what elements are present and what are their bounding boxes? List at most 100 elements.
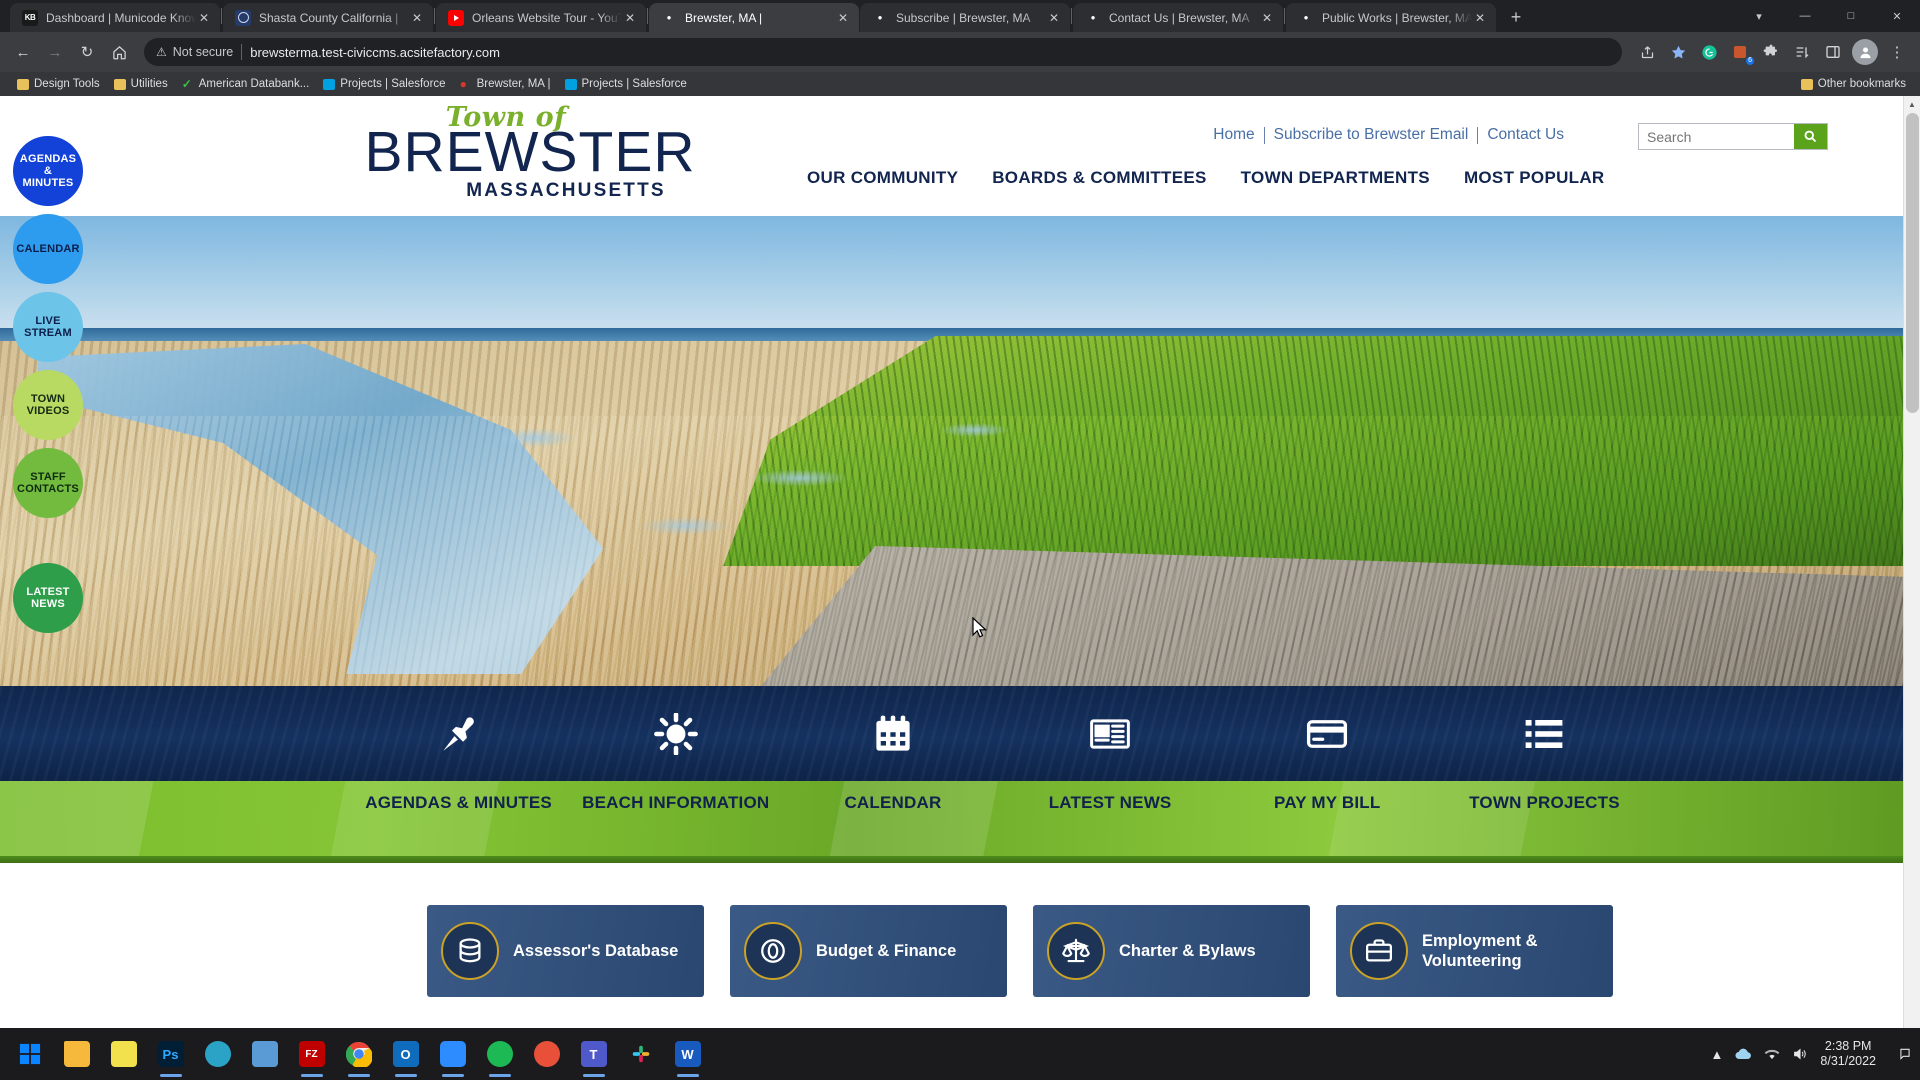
wifi-icon[interactable] — [1764, 1048, 1780, 1061]
quick-link-agendas-minutes[interactable] — [350, 713, 567, 755]
taskbar-photoshop[interactable]: Ps — [147, 1028, 194, 1080]
side-panel-icon[interactable] — [1818, 37, 1848, 67]
taskbar-microsoft-word[interactable]: W — [664, 1028, 711, 1080]
side-button-latest-news[interactable]: LATEST NEWS — [13, 563, 83, 633]
close-icon[interactable]: ✕ — [1472, 10, 1488, 26]
utility-nav-subscribe[interactable]: Subscribe to Brewster Email — [1265, 126, 1478, 144]
extension-icon[interactable]: 6 — [1725, 37, 1755, 67]
taskbar-notepad[interactable] — [100, 1028, 147, 1080]
address-bar[interactable]: ⚠ Not secure brewsterma.test-civiccms.ac… — [144, 38, 1622, 66]
nav-our-community[interactable]: OUR COMMUNITY — [790, 168, 975, 188]
side-button-agendas-minutes[interactable]: AGENDAS & MINUTES — [13, 136, 83, 206]
quick-link-pay-my-bill[interactable] — [1219, 713, 1436, 755]
star-icon[interactable] — [1663, 37, 1693, 67]
minimize-button[interactable]: — — [1782, 0, 1828, 32]
grammarly-icon[interactable] — [1694, 37, 1724, 67]
windows-start-icon[interactable] — [6, 1028, 53, 1080]
bookmark-item[interactable]: Utilities — [107, 76, 175, 92]
quick-link-label-pay-my-bill[interactable]: PAY MY BILL — [1219, 791, 1436, 815]
department-card-employment-volunteering[interactable]: Employment & Volunteering — [1336, 905, 1613, 997]
browser-tab[interactable]: Shasta County California | ✕ — [223, 3, 433, 32]
scrollbar-thumb[interactable] — [1906, 113, 1919, 413]
quick-link-label-calendar[interactable]: CALENDAR — [784, 791, 1001, 815]
nav-most-popular[interactable]: MOST POPULAR — [1447, 168, 1622, 188]
taskbar-clock[interactable]: 2:38 PM 8/31/2022 — [1820, 1039, 1886, 1069]
utility-nav-contact[interactable]: Contact Us — [1478, 126, 1573, 144]
browser-tab[interactable]: Orleans Website Tour - YouTube ✕ — [436, 3, 646, 32]
browser-tab[interactable]: ● Contact Us | Brewster, MA ✕ — [1073, 3, 1283, 32]
close-icon[interactable]: ✕ — [1046, 10, 1062, 26]
taskbar-app-orange[interactable] — [523, 1028, 570, 1080]
quick-link-latest-news[interactable] — [1002, 713, 1219, 755]
page-scrollbar[interactable]: ▲ ▼ — [1903, 96, 1920, 1080]
utility-nav-home[interactable]: Home — [1204, 126, 1263, 144]
quick-links-icon-bar — [0, 686, 1903, 781]
taskbar-snipping-tool[interactable] — [241, 1028, 288, 1080]
volume-icon[interactable] — [1792, 1047, 1808, 1061]
security-status[interactable]: ⚠ Not secure — [156, 45, 233, 59]
bookmark-item[interactable]: ● Brewster, MA | — [453, 76, 558, 92]
close-icon[interactable]: ✕ — [1259, 10, 1275, 26]
taskbar-microsoft-teams[interactable]: T — [570, 1028, 617, 1080]
browser-tab[interactable]: ● Subscribe | Brewster, MA ✕ — [860, 3, 1070, 32]
nav-boards-committees[interactable]: BOARDS & COMMITTEES — [975, 168, 1223, 188]
department-card-assessors-database[interactable]: Assessor's Database — [427, 905, 704, 997]
taskbar-outlook[interactable]: O — [382, 1028, 429, 1080]
side-button-town-videos[interactable]: TOWN VIDEOS — [13, 370, 83, 440]
taskbar-slack[interactable] — [617, 1028, 664, 1080]
side-button-staff-contacts[interactable]: STAFF CONTACTS — [13, 448, 83, 518]
quick-link-town-projects[interactable] — [1436, 713, 1653, 755]
quick-link-label-agendas-minutes[interactable]: AGENDAS & MINUTES — [350, 791, 567, 815]
department-card-budget-finance[interactable]: Budget & Finance — [730, 905, 1007, 997]
site-logo[interactable]: Town of BREWSTER MASSACHUSETTS — [350, 104, 710, 202]
notification-center-icon[interactable] — [1898, 1047, 1912, 1061]
share-icon[interactable] — [1632, 37, 1662, 67]
three-dot-menu-icon[interactable]: ⋮ — [1882, 37, 1912, 67]
quick-link-label-latest-news[interactable]: LATEST NEWS — [1002, 791, 1219, 815]
browser-tab[interactable]: KB Dashboard | Municode Knowled ✕ — [10, 3, 220, 32]
window-list-icon[interactable]: ▾ — [1736, 0, 1782, 32]
bookmark-item[interactable]: Design Tools — [10, 76, 107, 92]
browser-tab-active[interactable]: ● Brewster, MA | ✕ — [649, 3, 859, 32]
reload-icon[interactable]: ↻ — [72, 37, 102, 67]
close-icon[interactable]: ✕ — [196, 10, 212, 26]
close-window-button[interactable]: ✕ — [1874, 0, 1920, 32]
forward-icon[interactable]: → — [40, 37, 70, 67]
close-icon[interactable]: ✕ — [622, 10, 638, 26]
quick-link-label-beach-information[interactable]: BEACH INFORMATION — [567, 791, 784, 815]
briefcase-icon — [1366, 939, 1392, 962]
department-card-charter-bylaws[interactable]: Charter & Bylaws — [1033, 905, 1310, 997]
taskbar-filezilla[interactable]: FZ — [288, 1028, 335, 1080]
extensions-puzzle-icon[interactable] — [1756, 37, 1786, 67]
quick-link-label-town-projects[interactable]: TOWN PROJECTS — [1436, 791, 1653, 815]
bookmark-item[interactable]: ✓ American Databank... — [175, 76, 317, 92]
close-icon[interactable]: ✕ — [835, 10, 851, 26]
show-hidden-icons[interactable]: ▲ — [1711, 1047, 1724, 1062]
back-icon[interactable]: ← — [8, 37, 38, 67]
search-input[interactable] — [1639, 124, 1794, 149]
close-icon[interactable]: ✕ — [409, 10, 425, 26]
side-button-live-stream[interactable]: LIVE STREAM — [13, 292, 83, 362]
bookmark-item[interactable]: Projects | Salesforce — [316, 76, 452, 92]
tab-title: Public Works | Brewster, MA — [1322, 10, 1472, 25]
reading-list-icon[interactable] — [1787, 37, 1817, 67]
side-button-calendar[interactable]: CALENDAR — [13, 214, 83, 284]
browser-tab[interactable]: ● Public Works | Brewster, MA ✕ — [1286, 3, 1496, 32]
bookmark-item[interactable]: Projects | Salesforce — [558, 76, 694, 92]
scroll-up-arrow-icon[interactable]: ▲ — [1904, 96, 1920, 113]
search-button[interactable] — [1794, 124, 1827, 149]
taskbar-google-chrome[interactable] — [335, 1028, 382, 1080]
onedrive-icon[interactable] — [1735, 1047, 1752, 1061]
profile-avatar-icon[interactable] — [1852, 39, 1878, 65]
other-bookmarks-item[interactable]: Other bookmarks — [1794, 76, 1910, 92]
new-tab-button[interactable]: + — [1502, 3, 1530, 31]
maximize-button[interactable]: □ — [1828, 0, 1874, 32]
taskbar-spotify[interactable] — [476, 1028, 523, 1080]
taskbar-adobe-app[interactable] — [194, 1028, 241, 1080]
quick-link-calendar[interactable] — [784, 713, 1001, 755]
taskbar-zoom[interactable] — [429, 1028, 476, 1080]
quick-link-beach-information[interactable] — [567, 712, 784, 755]
home-icon[interactable] — [104, 37, 134, 67]
taskbar-file-explorer[interactable] — [53, 1028, 100, 1080]
nav-town-departments[interactable]: TOWN DEPARTMENTS — [1224, 168, 1447, 188]
